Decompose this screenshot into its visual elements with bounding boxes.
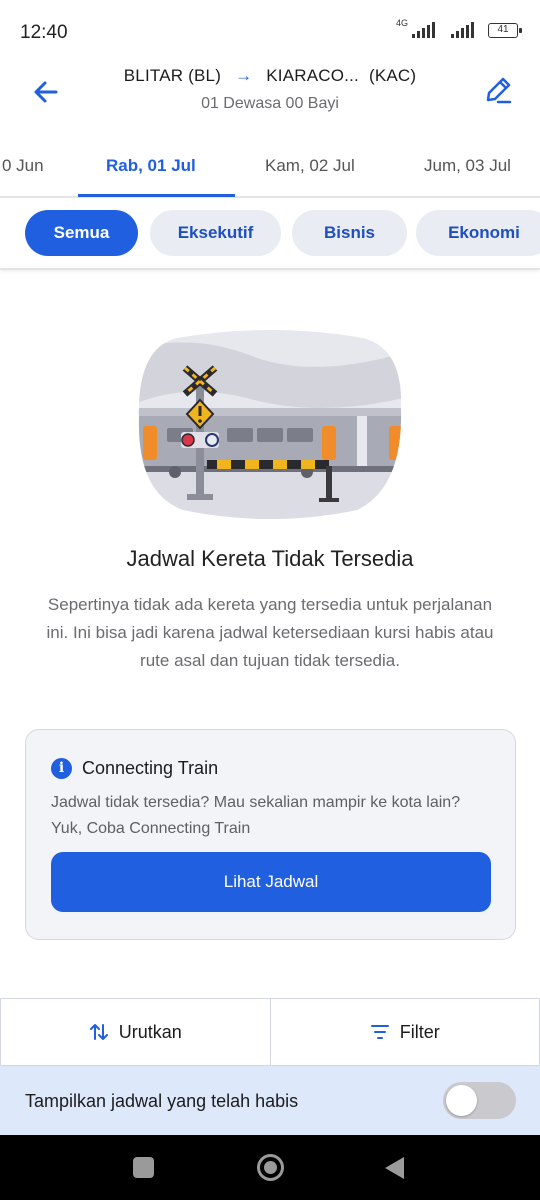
empty-state-illustration: [137, 328, 403, 524]
sort-filter-bar: Urutkan Filter: [0, 998, 540, 1066]
empty-state-description: Sepertinya tidak ada kereta yang tersedi…: [46, 595, 494, 670]
destination-station: KIARACO...: [266, 66, 359, 85]
status-icons: 4G 41: [396, 18, 522, 38]
battery-icon: 41: [488, 23, 522, 38]
origin-station: BLITAR (BL): [123, 66, 222, 85]
status-time: 12:40: [20, 22, 68, 43]
chip-semua[interactable]: Semua: [25, 210, 138, 256]
chip-ekonomi[interactable]: Ekonomi: [416, 210, 540, 256]
network-type-label: 4G: [395, 18, 408, 28]
date-tabs: 0 Jun Rab, 01 Jul Kam, 02 Jul Jum, 03 Ju…: [0, 136, 540, 198]
nav-back-icon[interactable]: [385, 1157, 404, 1179]
home-icon[interactable]: [257, 1154, 284, 1181]
view-schedule-button[interactable]: Lihat Jadwal: [51, 852, 491, 912]
system-nav-bar: [0, 1135, 540, 1200]
signal-icon-2: [451, 22, 474, 38]
date-tab-selected[interactable]: Rab, 01 Jul: [106, 156, 196, 176]
pencil-icon: [486, 77, 512, 104]
header: BLITAR (BL) → KIARACO... (KAC) 01 Dewasa…: [0, 56, 540, 136]
date-tab-indicator: [78, 194, 235, 197]
toggle-knob: [446, 1085, 477, 1116]
signal-icon: [412, 22, 435, 38]
sort-arrows-icon: [89, 1024, 108, 1040]
date-tab-next[interactable]: Kam, 02 Jul: [265, 156, 355, 176]
sort-label: Urutkan: [118, 1021, 182, 1042]
show-sold-out-row: Tampilkan jadwal yang telah habis: [0, 1066, 540, 1135]
show-sold-out-toggle[interactable]: [443, 1082, 516, 1119]
empty-state-title: Jadwal Kereta Tidak Tersedia: [126, 546, 414, 571]
sort-button[interactable]: Urutkan: [0, 998, 271, 1066]
date-tab-next-2[interactable]: Jum, 03 Jul: [424, 156, 511, 176]
route-summary: BLITAR (BL) → KIARACO... (KAC) 01 Dewasa…: [0, 66, 540, 113]
edit-search-button[interactable]: [480, 72, 516, 108]
passenger-count: 01 Dewasa 00 Bayi: [201, 95, 339, 112]
class-filter-chips: Semua Eksekutif Bisnis Ekonomi: [0, 198, 540, 270]
connecting-train-description: Jadwal tidak tersedia? Mau sekalian mamp…: [51, 794, 461, 837]
destination-code: (KAC): [368, 66, 417, 85]
chip-bisnis[interactable]: Bisnis: [292, 210, 407, 256]
filter-button[interactable]: Filter: [270, 998, 540, 1066]
connecting-train-title: Connecting Train: [82, 758, 219, 778]
connecting-train-card: i Connecting Train Jadwal tidak tersedia…: [25, 729, 516, 940]
recent-apps-icon[interactable]: [133, 1157, 154, 1178]
status-bar: 12:40 4G 41: [0, 0, 540, 56]
filter-label: Filter: [399, 1021, 440, 1042]
chip-eksekutif[interactable]: Eksekutif: [150, 210, 281, 256]
filter-lines-icon: [370, 1025, 389, 1039]
railway-crossing-illustration: [138, 330, 402, 519]
date-tab-prev[interactable]: 0 Jun: [2, 156, 44, 176]
show-sold-out-label: Tampilkan jadwal yang telah habis: [25, 1091, 299, 1111]
info-icon: i: [51, 758, 72, 779]
route-arrow-icon: →: [235, 66, 253, 85]
